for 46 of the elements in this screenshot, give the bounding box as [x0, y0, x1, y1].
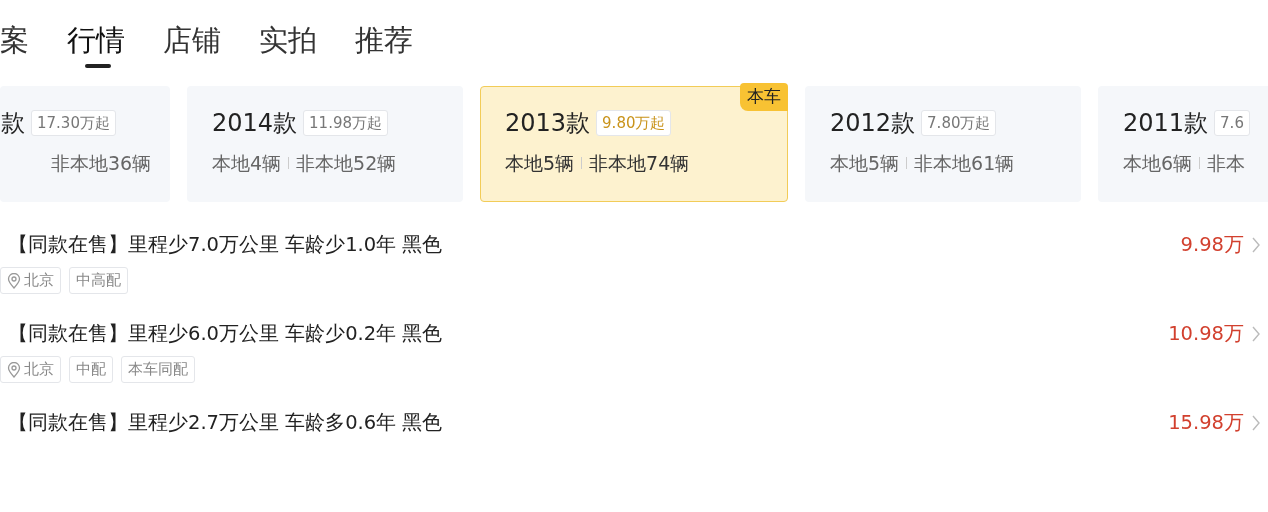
- location-tag: 北京: [0, 267, 61, 294]
- model-year-card[interactable]: 2014款 11.98万起 本地4辆 非本地52辆: [187, 86, 463, 202]
- local-count: 本地5辆: [830, 151, 900, 176]
- chevron-right-icon: [1252, 414, 1260, 431]
- tab[interactable]: 行情: [67, 14, 125, 66]
- spec-tag: 本车同配: [121, 356, 195, 383]
- location-pin-icon: [7, 361, 21, 378]
- model-year: 2013款: [505, 108, 591, 139]
- price-tag: 11.98万起: [303, 109, 389, 137]
- model-year-card[interactable]: 款 17.30万起 非本地36辆: [0, 86, 170, 202]
- current-car-badge: 本车: [740, 83, 788, 111]
- model-year-card[interactable]: 2012款 7.80万起 本地5辆 非本地61辆: [805, 86, 1081, 202]
- tab[interactable]: 实拍: [259, 14, 317, 66]
- tab[interactable]: 案: [0, 14, 29, 66]
- price: 9.98万: [1180, 232, 1244, 258]
- listing-title: 【同款在售】里程少6.0万公里 车龄少0.2年 黑色: [7, 321, 443, 347]
- local-count: 本地4辆: [212, 151, 282, 176]
- price-tag: 7.6: [1214, 109, 1250, 137]
- price: 15.98万: [1168, 410, 1244, 436]
- chevron-right-icon: [1252, 325, 1260, 342]
- tab[interactable]: 推荐: [355, 14, 413, 66]
- model-year-card[interactable]: 2011款 7.6 本地6辆 非本: [1098, 86, 1268, 202]
- listing-title: 【同款在售】里程少7.0万公里 车龄少1.0年 黑色: [7, 232, 443, 258]
- local-count: 本地5辆: [505, 151, 575, 176]
- local-count: 本地6辆: [1123, 151, 1193, 176]
- location-pin-icon: [7, 272, 21, 289]
- model-year: 2012款: [830, 108, 916, 139]
- listing-title: 【同款在售】里程少2.7万公里 车龄多0.6年 黑色: [7, 410, 443, 436]
- model-year-card[interactable]: 2013款 9.80万起 本地5辆 非本地74辆 本车: [480, 86, 788, 202]
- model-year: 2014款: [212, 108, 298, 139]
- price-tag: 9.80万起: [596, 109, 672, 137]
- location-tag: 北京: [0, 356, 61, 383]
- nonlocal-count: 非本地52辆: [296, 151, 397, 176]
- spec-tag: 中高配: [69, 267, 128, 294]
- nonlocal-count: 非本地74辆: [589, 151, 690, 176]
- model-year: 款: [1, 108, 25, 139]
- model-year: 2011款: [1123, 108, 1209, 139]
- spec-tag: 中配: [69, 356, 113, 383]
- price-tag: 7.80万起: [921, 109, 997, 137]
- nonlocal-count: 非本地61辆: [914, 151, 1015, 176]
- tab[interactable]: 店铺: [163, 14, 221, 66]
- nonlocal-count: 非本: [1207, 151, 1246, 176]
- chevron-right-icon: [1252, 236, 1260, 253]
- price: 10.98万: [1168, 321, 1244, 347]
- price-tag: 17.30万起: [31, 109, 116, 137]
- nonlocal-count: 非本地36辆: [51, 151, 152, 176]
